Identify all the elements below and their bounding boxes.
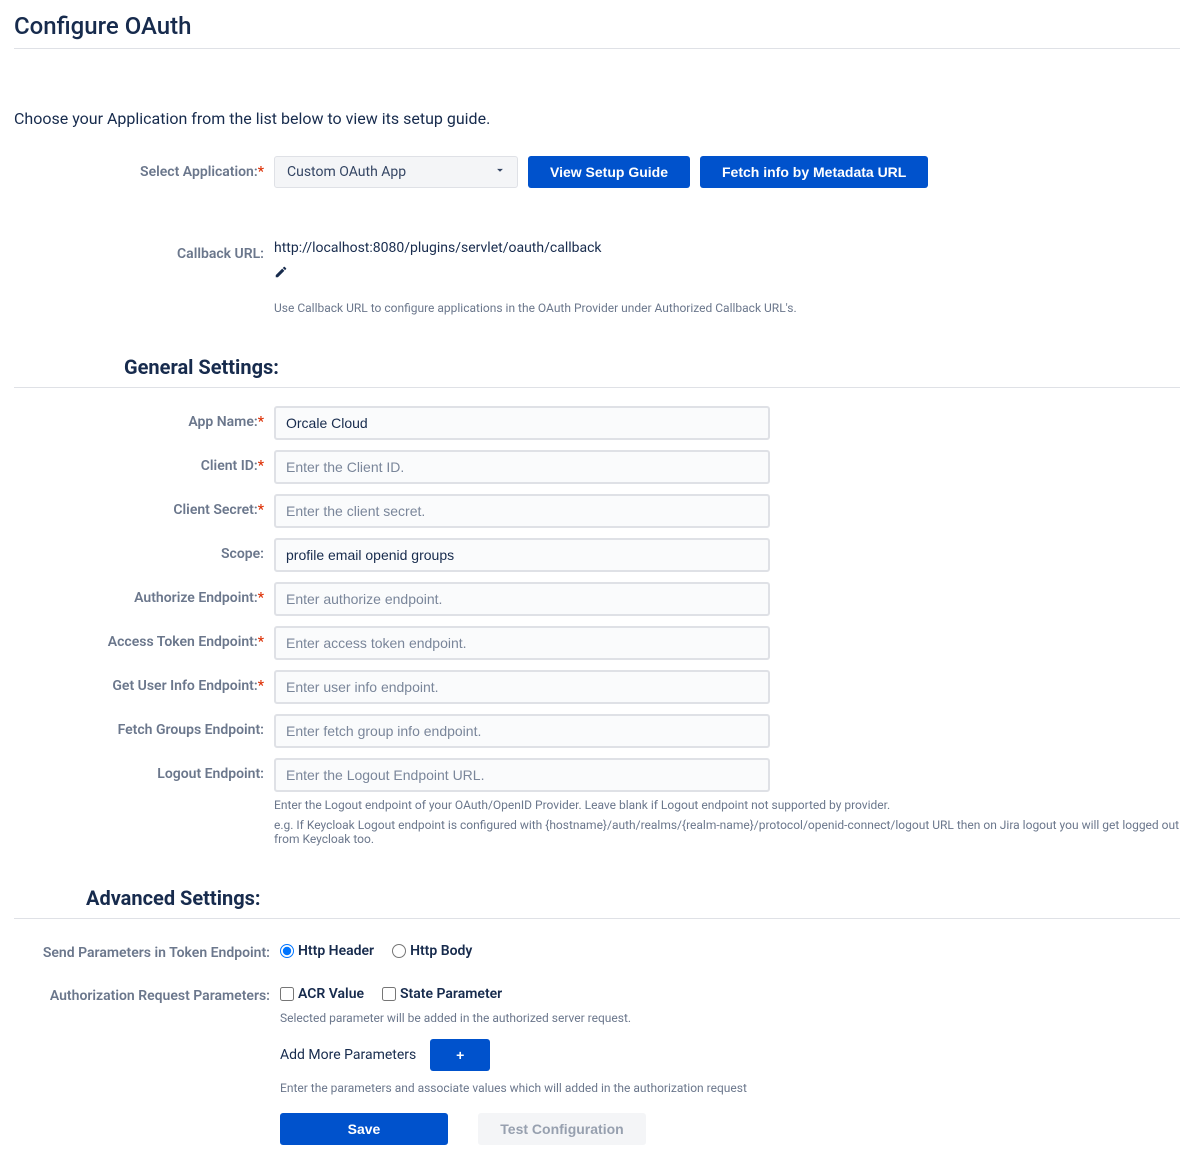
client-secret-input[interactable] (274, 494, 770, 528)
userinfo-endpoint-label: Get User Info Endpoint:* (14, 670, 274, 694)
app-name-input[interactable] (274, 406, 770, 440)
authorize-endpoint-label: Authorize Endpoint:* (14, 582, 274, 606)
select-application-dropdown[interactable]: Custom OAuth App (274, 156, 518, 188)
scope-label: Scope: (14, 538, 274, 562)
client-id-label: Client ID:* (14, 450, 274, 474)
access-token-endpoint-label: Access Token Endpoint:* (14, 626, 274, 650)
userinfo-endpoint-input[interactable] (274, 670, 770, 704)
divider (14, 48, 1180, 49)
http-body-radio-label[interactable]: Http Body (392, 943, 472, 959)
state-parameter-checkbox-label[interactable]: State Parameter (382, 986, 502, 1002)
callback-url-label: Callback URL: (14, 238, 274, 262)
app-name-label: App Name:* (14, 406, 274, 430)
select-application-label: Select Application:* (14, 156, 274, 180)
view-setup-guide-button[interactable]: View Setup Guide (528, 156, 690, 188)
add-more-hint: Enter the parameters and associate value… (280, 1081, 1180, 1095)
callback-url-hint: Use Callback URL to configure applicatio… (274, 301, 1180, 315)
plus-icon: + (456, 1047, 464, 1063)
client-id-input[interactable] (274, 450, 770, 484)
access-token-endpoint-input[interactable] (274, 626, 770, 660)
logout-endpoint-input[interactable] (274, 758, 770, 792)
test-configuration-button[interactable]: Test Configuration (478, 1113, 646, 1145)
auth-req-hint: Selected parameter will be added in the … (280, 1011, 1180, 1025)
auth-req-params-label: Authorization Request Parameters: (0, 980, 280, 1004)
advanced-settings-heading: Advanced Settings: (86, 886, 1180, 910)
page-title: Configure OAuth (14, 12, 1194, 40)
divider (14, 387, 1180, 388)
intro-text: Choose your Application from the list be… (14, 109, 1194, 128)
fetch-groups-endpoint-input[interactable] (274, 714, 770, 748)
acr-value-checkbox-label[interactable]: ACR Value (280, 986, 364, 1002)
chevron-down-icon (493, 163, 507, 181)
logout-hint-2: e.g. If Keycloak Logout endpoint is conf… (274, 818, 1180, 846)
client-secret-label: Client Secret:* (14, 494, 274, 518)
add-parameter-button[interactable]: + (430, 1039, 490, 1071)
save-button[interactable]: Save (280, 1113, 448, 1145)
scope-input[interactable] (274, 538, 770, 572)
callback-url-value: http://localhost:8080/plugins/servlet/oa… (274, 240, 1180, 256)
general-settings-heading: General Settings: (124, 355, 1180, 379)
logout-hint-1: Enter the Logout endpoint of your OAuth/… (274, 798, 1180, 812)
http-body-radio[interactable] (392, 944, 406, 958)
http-header-radio-label[interactable]: Http Header (280, 943, 374, 959)
fetch-groups-endpoint-label: Fetch Groups Endpoint: (14, 714, 274, 738)
edit-callback-url-icon[interactable] (274, 264, 288, 283)
http-header-radio[interactable] (280, 944, 294, 958)
acr-value-checkbox[interactable] (280, 987, 294, 1001)
fetch-metadata-button[interactable]: Fetch info by Metadata URL (700, 156, 928, 188)
state-parameter-checkbox[interactable] (382, 987, 396, 1001)
send-params-label: Send Parameters in Token Endpoint: (0, 937, 280, 961)
divider (14, 918, 1180, 919)
add-more-params-label: Add More Parameters (280, 1047, 416, 1063)
logout-endpoint-label: Logout Endpoint: (14, 758, 274, 782)
authorize-endpoint-input[interactable] (274, 582, 770, 616)
